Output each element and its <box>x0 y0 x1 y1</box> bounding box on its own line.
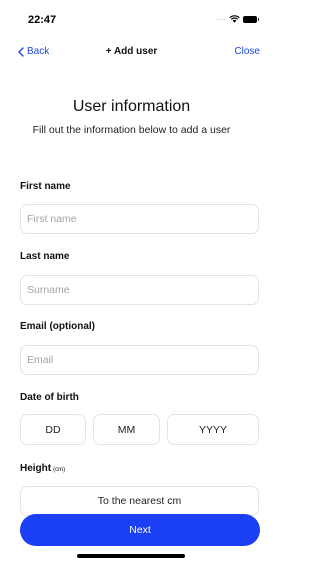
first-name-input[interactable] <box>20 204 259 234</box>
dob-day-input[interactable]: DD <box>20 414 86 445</box>
status-time: 22:47 <box>28 14 57 26</box>
height-label: Height (cm) <box>20 463 65 474</box>
dob-year-input[interactable]: YYYY <box>167 414 259 445</box>
dob-month-input[interactable]: MM <box>93 414 160 445</box>
back-button[interactable]: Back <box>18 46 49 57</box>
dob-label: Date of birth <box>20 392 79 403</box>
back-label: Back <box>27 46 50 57</box>
email-label: Email (optional) <box>20 321 95 332</box>
status-bar: 22:47 .... <box>0 0 263 40</box>
last-name-label: Last name <box>20 251 70 262</box>
nav-bar: Back + Add user Close <box>0 44 263 62</box>
email-input[interactable] <box>20 345 259 375</box>
home-indicator <box>77 554 185 558</box>
close-button[interactable]: Close <box>234 46 260 57</box>
signal-icon: .... <box>216 15 226 22</box>
height-placeholder: To the nearest cm <box>97 495 182 507</box>
battery-icon <box>243 15 259 23</box>
first-name-label: First name <box>20 181 71 192</box>
height-unit: (cm) <box>53 467 66 473</box>
last-name-input[interactable] <box>20 275 259 305</box>
height-label-text: Height <box>20 463 52 474</box>
page-subtitle: Fill out the information below to add a … <box>32 124 231 136</box>
chevron-left-icon <box>18 46 24 57</box>
wifi-icon <box>229 15 240 23</box>
status-icons: .... <box>216 15 259 23</box>
page-title: User information <box>72 98 191 115</box>
next-button[interactable]: Next <box>20 514 260 546</box>
height-input[interactable]: To the nearest cm <box>20 486 259 516</box>
